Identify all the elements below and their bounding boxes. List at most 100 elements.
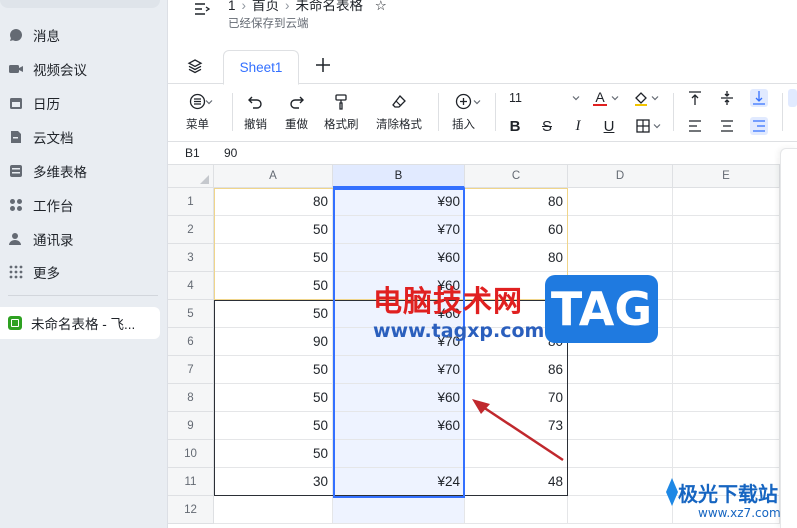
chevron-down-icon[interactable]: [205, 98, 213, 106]
crumb-home[interactable]: 首页: [252, 0, 279, 13]
table-cell[interactable]: 50: [214, 412, 333, 440]
table-cell[interactable]: [568, 384, 673, 412]
table-cell[interactable]: [568, 440, 673, 468]
star-icon[interactable]: ☆: [375, 0, 387, 13]
fill-color-button[interactable]: [632, 89, 650, 107]
align-middle-button[interactable]: [718, 89, 736, 107]
chevron-down-icon[interactable]: [653, 122, 661, 130]
layers-icon[interactable]: [187, 58, 203, 74]
borders-button[interactable]: [634, 117, 652, 135]
align-center-button[interactable]: [718, 117, 736, 135]
table-cell[interactable]: [568, 188, 673, 216]
clear-format-button[interactable]: 清除格式: [376, 93, 422, 132]
table-cell[interactable]: 80: [465, 244, 568, 272]
table-cell[interactable]: [673, 216, 780, 244]
row-header[interactable]: 12: [168, 496, 214, 524]
table-cell[interactable]: [568, 412, 673, 440]
table-cell[interactable]: 50: [214, 216, 333, 244]
sidebar-item-docs[interactable]: 云文档: [8, 122, 158, 152]
table-cell[interactable]: 48: [465, 468, 568, 496]
crumb-root[interactable]: 1: [228, 0, 236, 13]
sidebar-item-contacts[interactable]: 通讯录: [8, 224, 158, 254]
table-cell[interactable]: ¥90: [333, 188, 465, 216]
row-header[interactable]: 10: [168, 440, 214, 468]
chevron-down-icon[interactable]: [473, 98, 481, 106]
table-cell[interactable]: 86: [465, 356, 568, 384]
collapse-menu-icon[interactable]: [194, 2, 210, 16]
undo-button[interactable]: 撤销: [244, 93, 267, 132]
table-cell[interactable]: 50: [214, 272, 333, 300]
wrap-button-partial[interactable]: [788, 89, 797, 107]
sidebar-item-video[interactable]: 视频会议: [8, 54, 158, 84]
italic-button[interactable]: I: [569, 117, 587, 135]
table-cell[interactable]: 90: [214, 328, 333, 356]
column-header[interactable]: E: [673, 165, 780, 188]
row-header[interactable]: 3: [168, 244, 214, 272]
column-header[interactable]: D: [568, 165, 673, 188]
table-cell[interactable]: ¥70: [333, 356, 465, 384]
table-cell[interactable]: [673, 440, 780, 468]
chevron-down-icon[interactable]: [651, 94, 659, 102]
table-cell[interactable]: [333, 440, 465, 468]
row-header[interactable]: 11: [168, 468, 214, 496]
tab-sheet1[interactable]: Sheet1: [223, 50, 299, 85]
table-cell[interactable]: [465, 496, 568, 524]
table-cell[interactable]: [214, 496, 333, 524]
format-painter-button[interactable]: 格式刷: [324, 93, 359, 132]
align-right-button[interactable]: [750, 117, 768, 135]
select-all-corner[interactable]: [168, 165, 214, 188]
table-cell[interactable]: [568, 216, 673, 244]
table-cell[interactable]: [673, 384, 780, 412]
sidebar-item-base[interactable]: 多维表格: [8, 156, 158, 186]
row-header[interactable]: 1: [168, 188, 214, 216]
row-header[interactable]: 2: [168, 216, 214, 244]
table-cell[interactable]: [568, 244, 673, 272]
table-cell[interactable]: 60: [465, 216, 568, 244]
row-header[interactable]: 9: [168, 412, 214, 440]
table-cell[interactable]: [673, 244, 780, 272]
table-cell[interactable]: ¥70: [333, 216, 465, 244]
row-header[interactable]: 6: [168, 328, 214, 356]
align-top-button[interactable]: [686, 89, 704, 107]
table-cell[interactable]: [673, 328, 780, 356]
table-cell[interactable]: [673, 412, 780, 440]
underline-button[interactable]: U: [600, 117, 618, 135]
table-cell[interactable]: 80: [214, 188, 333, 216]
insert-button[interactable]: 插入: [452, 93, 475, 132]
strikethrough-button[interactable]: S: [538, 117, 556, 135]
column-header[interactable]: C: [465, 165, 568, 188]
table-cell[interactable]: [333, 496, 465, 524]
table-cell[interactable]: [673, 300, 780, 328]
sidebar-item-more[interactable]: 更多: [8, 257, 158, 287]
sidebar-item-calendar[interactable]: 日历: [8, 88, 158, 118]
row-header[interactable]: 8: [168, 384, 214, 412]
table-cell[interactable]: 50: [214, 244, 333, 272]
bold-button[interactable]: B: [506, 117, 524, 135]
add-sheet-icon[interactable]: [314, 56, 332, 74]
table-cell[interactable]: [673, 272, 780, 300]
table-cell[interactable]: [673, 356, 780, 384]
column-header[interactable]: B: [333, 165, 465, 188]
open-doc-tab[interactable]: 未命名表格 - 飞...: [0, 307, 160, 339]
table-cell[interactable]: [568, 496, 673, 524]
table-cell[interactable]: 30: [214, 468, 333, 496]
sidebar-item-workplace[interactable]: 工作台: [8, 190, 158, 220]
cell-reference[interactable]: B1: [185, 146, 200, 160]
table-cell[interactable]: 50: [214, 300, 333, 328]
table-cell[interactable]: ¥60: [333, 412, 465, 440]
chevron-down-icon[interactable]: [572, 94, 580, 102]
column-header[interactable]: A: [214, 165, 333, 188]
spreadsheet-grid[interactable]: 极 ABCDE180¥9080250¥7060350¥6080450¥60755…: [168, 165, 797, 528]
align-bottom-button[interactable]: [750, 89, 768, 107]
table-cell[interactable]: 80: [465, 188, 568, 216]
font-size-select[interactable]: 11: [509, 91, 522, 105]
table-cell[interactable]: [673, 188, 780, 216]
table-cell[interactable]: ¥60: [333, 244, 465, 272]
table-cell[interactable]: 50: [214, 440, 333, 468]
table-cell[interactable]: 50: [214, 384, 333, 412]
table-cell[interactable]: [568, 468, 673, 496]
redo-button[interactable]: 重做: [285, 93, 308, 132]
row-header[interactable]: 7: [168, 356, 214, 384]
table-cell[interactable]: ¥60: [333, 384, 465, 412]
doc-title[interactable]: 未命名表格: [296, 0, 364, 13]
